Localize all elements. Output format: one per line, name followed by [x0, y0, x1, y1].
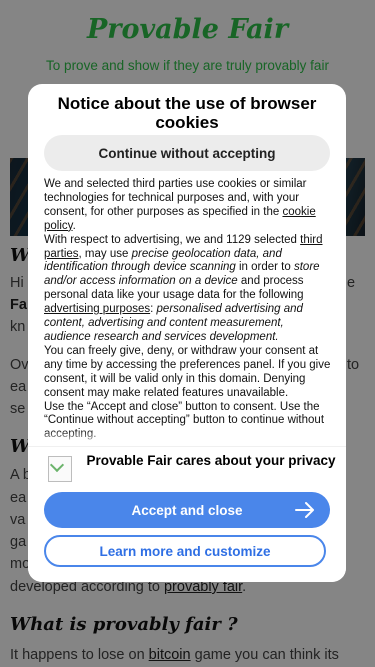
consent-paragraph-2: With respect to advertising, we and 1129… — [44, 234, 332, 345]
consent-text[interactable]: We and selected third parties use cookie… — [44, 178, 332, 446]
accept-label: Accept and close — [131, 502, 243, 518]
consent-paragraph-3: You can freely give, deny, or withdraw y… — [44, 344, 331, 399]
privacy-message: Provable Fair cares about your privacy — [86, 453, 336, 468]
consent-text-2b: , may use — [78, 247, 129, 260]
dialog-title: Notice about the use of browser cookies — [57, 94, 317, 132]
consent-text-2a: With respect to advertising, we and 1129… — [44, 233, 297, 246]
continue-without-accepting-button[interactable]: Continue without accepting — [44, 135, 330, 171]
consent-paragraph-1: We and selected third parties use cookie… — [44, 178, 332, 234]
consent-text-1-end: . — [72, 219, 76, 232]
scroll-fade — [28, 430, 346, 446]
cookie-consent-dialog: Notice about the use of browser cookies … — [28, 84, 346, 582]
consent-text-2c: in order to — [239, 261, 291, 274]
learn-more-and-customize-button[interactable]: Learn more and customize — [44, 535, 326, 567]
accept-and-close-button[interactable]: Accept and close — [44, 492, 330, 528]
advertising-purposes-link[interactable]: advertising purposes — [44, 303, 150, 315]
broken-image-icon — [48, 456, 72, 482]
arrow-right-icon — [295, 502, 314, 518]
consent-text-2e: : — [150, 303, 154, 316]
consent-text-1: We and selected third parties use cookie… — [44, 178, 307, 218]
dialog-footer: Provable Fair cares about your privacy A… — [28, 446, 346, 582]
